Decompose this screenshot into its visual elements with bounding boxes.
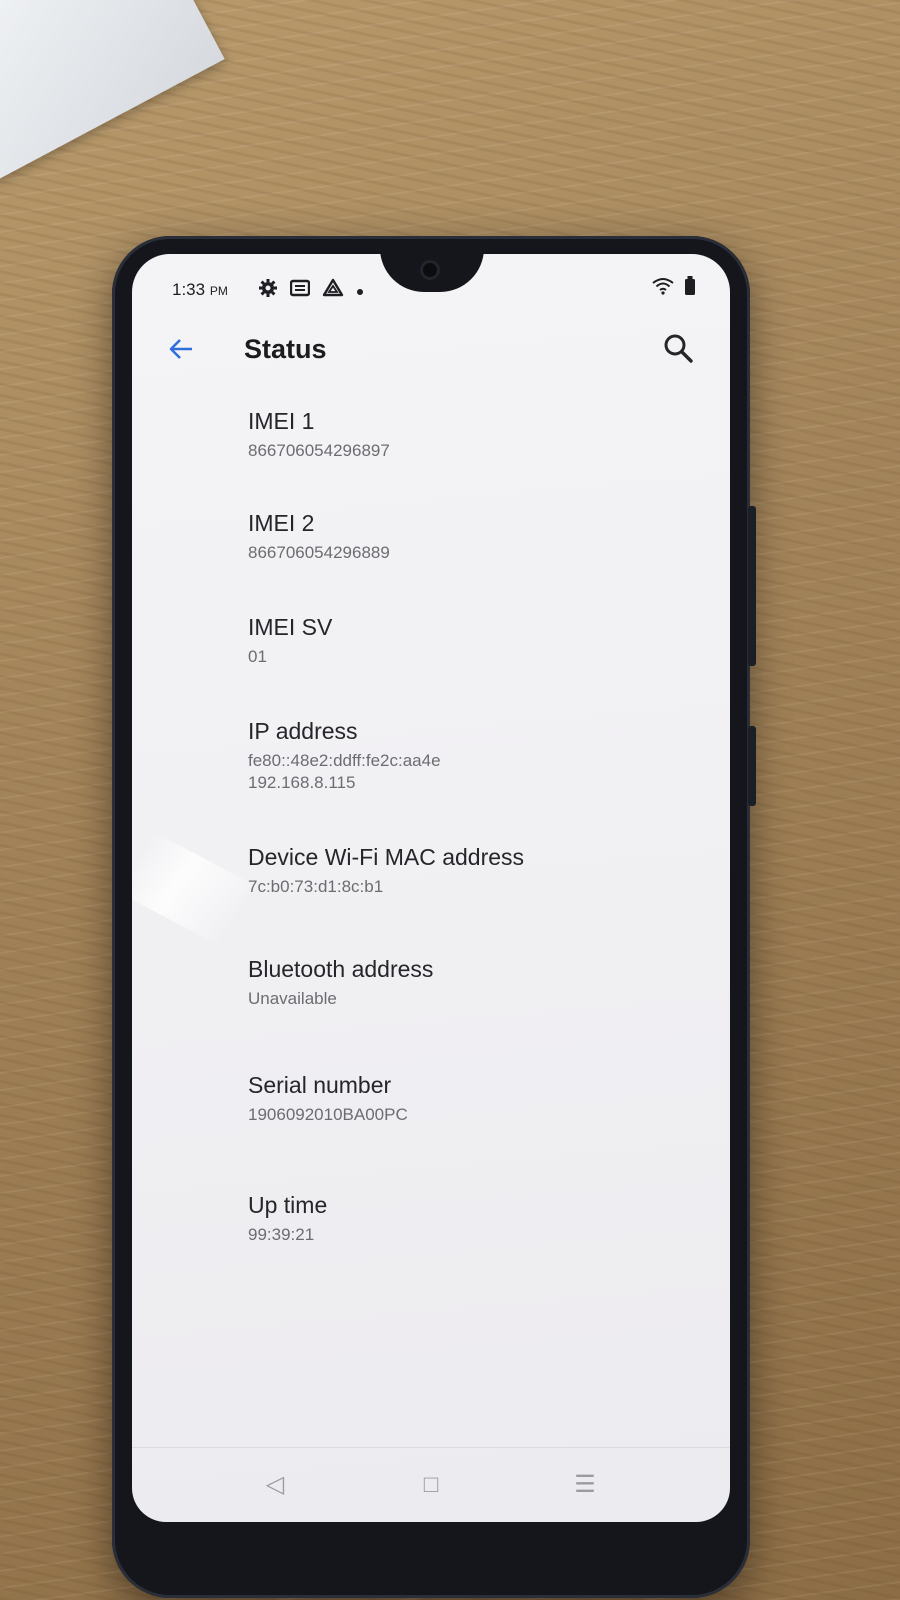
gear-icon xyxy=(258,278,278,303)
drive-icon xyxy=(322,278,344,303)
item-value: 99:39:21 xyxy=(248,1225,315,1244)
paper-sheet xyxy=(0,0,225,182)
news-icon xyxy=(289,279,311,302)
item-label: Up time xyxy=(248,1192,328,1218)
nav-home-button[interactable]: □ xyxy=(416,1470,446,1500)
status-time: 1:33 PM xyxy=(172,280,228,300)
page-title: Status xyxy=(244,334,327,364)
list-item-imei-sv[interactable]: IMEI SV 01 xyxy=(248,612,332,668)
volume-button xyxy=(748,506,756,666)
clock-time: 1:33 xyxy=(172,280,206,299)
list-item-wifi-mac[interactable]: Device Wi-Fi MAC address 7c:b0:73:d1:8c:… xyxy=(248,842,524,898)
item-value: 1906092010BA00PC xyxy=(248,1105,408,1124)
phone-screen: 1:33 PM Status IMEI 1 866706054296897 IM… xyxy=(132,254,730,1522)
item-label: Device Wi-Fi MAC address xyxy=(248,844,525,870)
item-value: fe80::48e2:ddff:fe2c:aa4e xyxy=(248,751,441,770)
list-item-ip-address[interactable]: IP address fe80::48e2:ddff:fe2c:aa4e 192… xyxy=(248,716,441,794)
phone-device: 1:33 PM Status IMEI 1 866706054296897 IM… xyxy=(112,236,756,1598)
item-label: IMEI SV xyxy=(248,614,333,640)
clock-ampm: PM xyxy=(209,284,228,298)
item-label: Serial number xyxy=(248,1072,392,1098)
screen-glare xyxy=(132,832,252,946)
list-item-bluetooth[interactable]: Bluetooth address Unavailable xyxy=(248,954,433,1010)
item-value: Unavailable xyxy=(248,989,337,1008)
battery-icon xyxy=(684,276,696,301)
list-item-imei-2[interactable]: IMEI 2 866706054296889 xyxy=(248,508,390,564)
item-label: IP address xyxy=(248,718,358,744)
list-item-serial-number[interactable]: Serial number 1906092010BA00PC xyxy=(248,1070,408,1126)
dot-icon xyxy=(356,281,364,301)
item-value: 7c:b0:73:d1:8c:b1 xyxy=(248,877,384,896)
wifi-icon xyxy=(652,277,674,300)
item-value: 866706054296897 xyxy=(248,441,390,460)
app-bar: Status xyxy=(132,312,730,392)
power-button xyxy=(748,726,756,806)
item-value: 192.168.8.115 xyxy=(248,773,356,792)
arrow-back-icon[interactable] xyxy=(166,334,196,370)
navigation-bar: ◁ □ ☰ xyxy=(132,1447,730,1522)
system-icons xyxy=(652,276,696,301)
item-value: 01 xyxy=(248,647,267,666)
item-label: IMEI 2 xyxy=(248,510,315,536)
item-value: 866706054296889 xyxy=(248,543,390,562)
list-item-imei-1[interactable]: IMEI 1 866706054296897 xyxy=(248,406,390,462)
nav-menu-button[interactable]: ☰ xyxy=(570,1470,600,1500)
item-label: IMEI 1 xyxy=(248,408,315,434)
search-icon[interactable] xyxy=(660,330,696,366)
list-item-up-time[interactable]: Up time 99:39:21 xyxy=(248,1190,327,1246)
notification-icons xyxy=(258,278,364,303)
nav-back-button[interactable]: ◁ xyxy=(260,1470,290,1500)
front-camera xyxy=(420,260,440,280)
item-label: Bluetooth address xyxy=(248,956,434,982)
